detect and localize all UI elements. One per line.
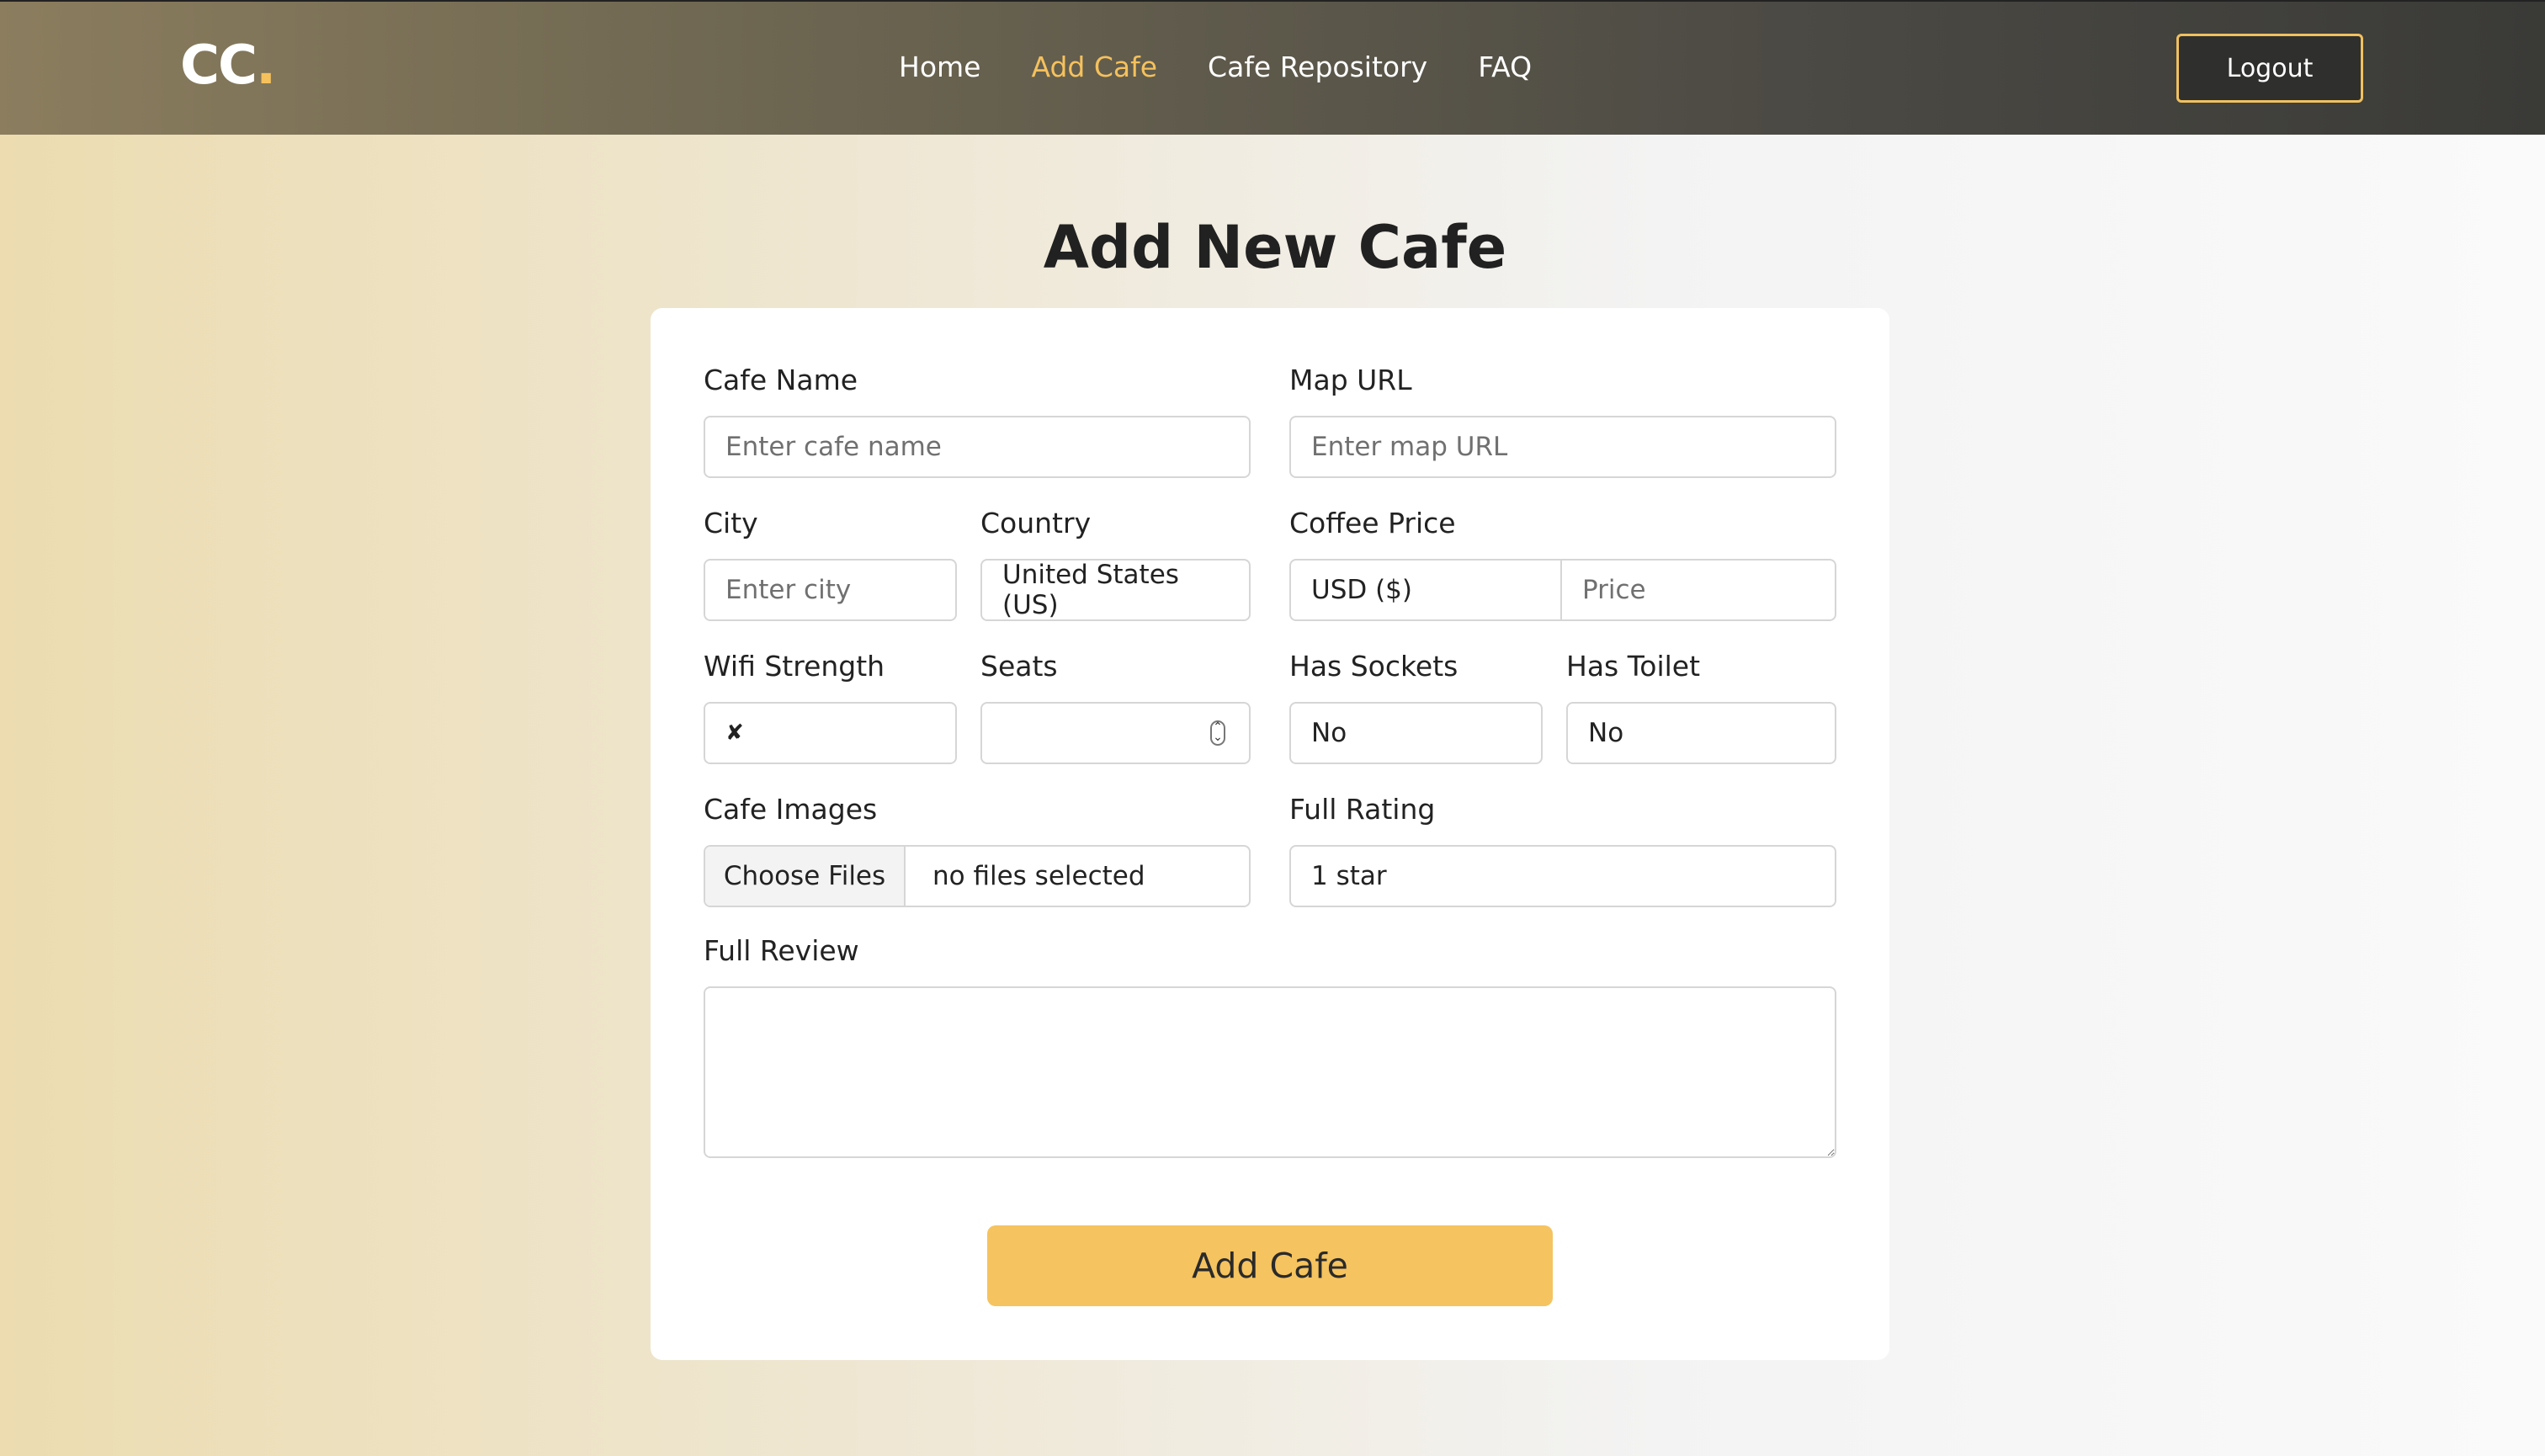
seats-input[interactable]: ⌃ ⌄: [980, 702, 1251, 764]
country-select[interactable]: United States (US): [980, 559, 1251, 621]
city-input[interactable]: [704, 559, 957, 621]
choose-files-button[interactable]: Choose Files: [705, 847, 906, 906]
has-toilet-select[interactable]: No: [1566, 702, 1836, 764]
price-input[interactable]: [1562, 561, 1835, 619]
cafe-images-label: Cafe Images: [704, 793, 878, 826]
full-rating-select[interactable]: 1 star: [1289, 845, 1836, 907]
map-url-input[interactable]: [1289, 416, 1836, 478]
cafe-images-file-input[interactable]: Choose Files no files selected: [704, 845, 1251, 907]
has-toilet-label: Has Toilet: [1566, 650, 1701, 683]
logo[interactable]: CC.: [180, 32, 276, 99]
nav-link-faq[interactable]: FAQ: [1478, 44, 1532, 91]
map-url-label: Map URL: [1289, 364, 1412, 396]
country-label: Country: [980, 507, 1092, 539]
file-status-text: no files selected: [932, 861, 1145, 891]
country-select-value: United States (US): [1002, 560, 1179, 620]
nav-links: Home Add Cafe Cafe Repository FAQ: [899, 44, 1582, 91]
add-cafe-form: Cafe Name Map URL City Country United St…: [651, 308, 1889, 1360]
seats-label: Seats: [980, 650, 1058, 683]
wifi-strength-select[interactable]: ✘: [704, 702, 957, 764]
full-review-textarea[interactable]: [704, 986, 1836, 1158]
currency-select[interactable]: USD ($): [1291, 561, 1562, 619]
page-title: Add New Cafe: [1043, 213, 1507, 282]
wifi-strength-label: Wifi Strength: [704, 650, 885, 683]
logo-text: CC: [180, 35, 258, 97]
has-sockets-select[interactable]: No: [1289, 702, 1543, 764]
city-label: City: [704, 507, 758, 539]
coffee-price-group: USD ($): [1289, 559, 1836, 621]
currency-select-value: USD ($): [1311, 575, 1413, 605]
has-toilet-value: No: [1588, 718, 1624, 748]
full-rating-value: 1 star: [1311, 861, 1387, 891]
has-sockets-value: No: [1311, 718, 1347, 748]
has-sockets-label: Has Sockets: [1289, 650, 1458, 683]
nav-link-add-cafe[interactable]: Add Cafe: [1031, 44, 1157, 91]
wifi-strength-value: ✘: [725, 720, 744, 746]
logo-dot: .: [255, 35, 276, 97]
logout-button[interactable]: Logout: [2176, 34, 2363, 103]
navbar: CC. Home Add Cafe Cafe Repository FAQ Lo…: [0, 0, 2545, 135]
nav-link-cafe-repository[interactable]: Cafe Repository: [1208, 44, 1427, 91]
stepper-arrows-icon[interactable]: ⌃ ⌄: [1210, 720, 1225, 746]
full-rating-label: Full Rating: [1289, 793, 1436, 826]
add-cafe-submit-button[interactable]: Add Cafe: [987, 1225, 1553, 1306]
nav-link-home[interactable]: Home: [899, 44, 980, 91]
cafe-name-label: Cafe Name: [704, 364, 858, 396]
coffee-price-label: Coffee Price: [1289, 507, 1456, 539]
full-review-label: Full Review: [704, 934, 859, 967]
cafe-name-input[interactable]: [704, 416, 1251, 478]
